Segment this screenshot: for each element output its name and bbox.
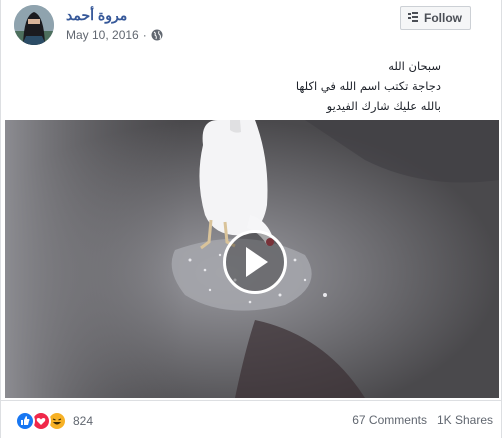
post-card: مروة أحمد May 10, 2016 · Follow سبحان ال… bbox=[0, 0, 502, 438]
author-name[interactable]: مروة أحمد bbox=[66, 7, 127, 24]
video-player[interactable] bbox=[5, 120, 499, 398]
post-text-line: دجاجة تكتب اسم الله في اكلها bbox=[295, 79, 441, 93]
reaction-count: 824 bbox=[73, 414, 94, 428]
globe-icon[interactable] bbox=[151, 29, 163, 41]
follow-label: Follow bbox=[424, 11, 462, 25]
play-icon bbox=[246, 247, 268, 277]
meta-separator: · bbox=[142, 28, 147, 42]
author-avatar[interactable] bbox=[14, 5, 54, 45]
follow-icon bbox=[407, 11, 419, 26]
like-icon bbox=[15, 411, 35, 431]
shares-count[interactable]: 1K Shares bbox=[437, 413, 493, 427]
post-text-line: سبحان الله bbox=[388, 59, 441, 73]
follow-button[interactable]: Follow bbox=[400, 6, 471, 30]
reactions-summary[interactable]: 824 bbox=[15, 411, 93, 431]
play-button[interactable] bbox=[223, 230, 287, 294]
post-date[interactable]: May 10, 2016 bbox=[66, 28, 139, 42]
engagement-bar: 824 67 Comments 1K Shares bbox=[1, 400, 502, 438]
engagement-stats: 67 Comments 1K Shares bbox=[352, 413, 493, 427]
post-text-line: بالله عليك شارك الفيديو bbox=[326, 99, 441, 113]
post-text: سبحان الله دجاجة تكتب اسم الله في اكلها … bbox=[111, 56, 441, 116]
post-meta: May 10, 2016 · bbox=[66, 28, 163, 42]
comments-count[interactable]: 67 Comments bbox=[352, 413, 427, 427]
